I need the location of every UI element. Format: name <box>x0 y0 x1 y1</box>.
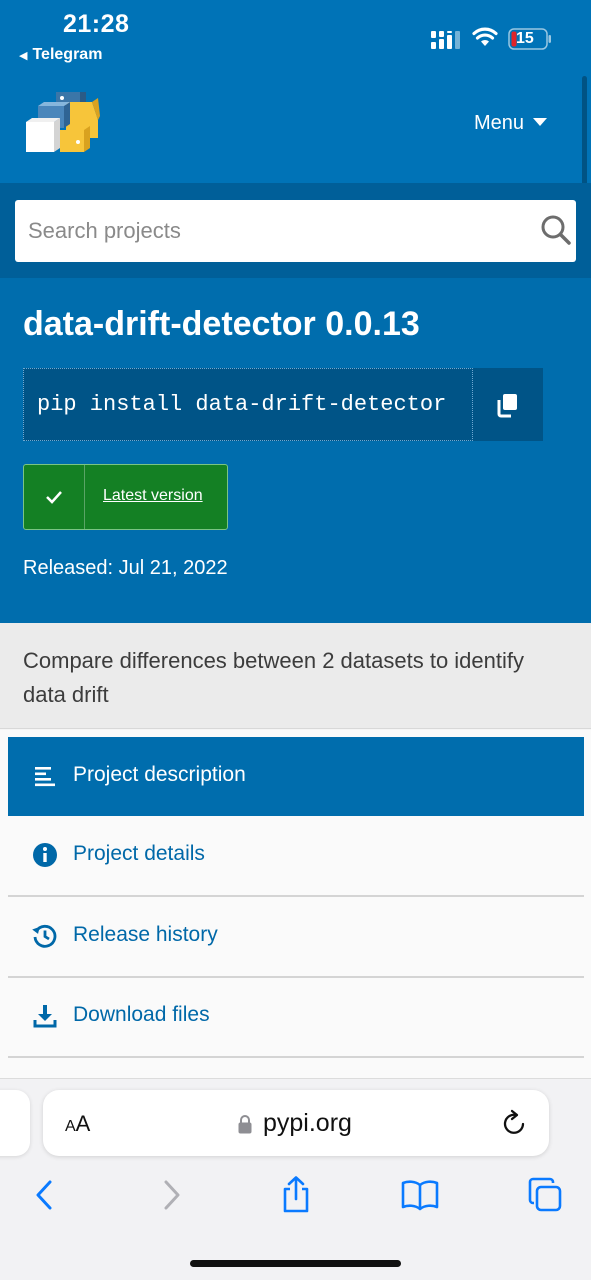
previous-tab-preview[interactable] <box>0 1090 30 1156</box>
lines-icon <box>35 767 55 787</box>
reload-icon[interactable] <box>501 1109 529 1137</box>
download-icon <box>33 1005 57 1028</box>
page-settings-button[interactable]: AA <box>65 1111 90 1137</box>
package-title: data-drift-detector 0.0.13 <box>23 305 420 343</box>
nav-project-details[interactable]: Project details <box>8 816 584 897</box>
copy-button[interactable] <box>473 368 543 441</box>
cellular-signal-icon <box>431 31 460 49</box>
battery-percent: 15 <box>516 30 534 47</box>
package-summary: Compare differences between 2 datasets t… <box>23 648 525 707</box>
nav-divider <box>8 1056 584 1058</box>
status-time: 21:28 <box>63 10 130 38</box>
nav-release-history[interactable]: Release history <box>8 897 584 978</box>
back-triangle-icon: ◀ <box>19 50 28 62</box>
caret-down-icon <box>533 117 548 126</box>
check-icon <box>23 464 85 530</box>
back-app-label: Telegram <box>32 46 103 63</box>
share-button[interactable] <box>277 1176 315 1214</box>
back-button[interactable] <box>25 1176 63 1214</box>
nav-download-files[interactable]: Download files <box>8 977 584 1058</box>
book-icon <box>401 1180 439 1211</box>
share-icon <box>283 1176 309 1213</box>
forward-button[interactable] <box>153 1176 191 1214</box>
nav-label: Project details <box>73 842 205 865</box>
aa-small: A <box>65 1118 76 1135</box>
back-to-app-link[interactable]: ◀ Telegram <box>19 46 102 64</box>
battery-indicator: 15 <box>508 28 552 50</box>
chevron-right-icon <box>164 1180 180 1210</box>
release-date: Released: Jul 21, 2022 <box>23 557 228 579</box>
copy-icon <box>497 393 517 417</box>
pypi-logo[interactable] <box>22 92 102 160</box>
bookmarks-button[interactable] <box>401 1176 439 1214</box>
search-input[interactable] <box>15 200 525 262</box>
info-icon <box>33 843 57 867</box>
nav-label: Download files <box>73 1003 210 1026</box>
latest-version-link[interactable]: Latest version <box>103 487 203 505</box>
tabs-button[interactable] <box>526 1176 564 1214</box>
chevron-left-icon <box>36 1180 52 1210</box>
nav-label: Project description <box>73 763 246 786</box>
wifi-icon <box>472 27 498 46</box>
pip-command[interactable]: pip install data-drift-detector <box>37 392 446 417</box>
home-indicator[interactable] <box>190 1260 401 1267</box>
lock-icon <box>238 1115 252 1134</box>
menu-button[interactable]: Menu <box>474 112 548 135</box>
url-text[interactable]: pypi.org <box>263 1109 352 1138</box>
badge-divider <box>84 465 85 529</box>
history-icon <box>32 924 57 948</box>
nav-project-description[interactable]: Project description <box>8 737 584 816</box>
nav-label: Release history <box>73 923 218 946</box>
search-icon[interactable] <box>540 214 572 246</box>
menu-label: Menu <box>474 112 525 134</box>
tabs-icon <box>528 1177 562 1212</box>
search-box <box>15 200 576 262</box>
aa-large: A <box>75 1111 91 1136</box>
